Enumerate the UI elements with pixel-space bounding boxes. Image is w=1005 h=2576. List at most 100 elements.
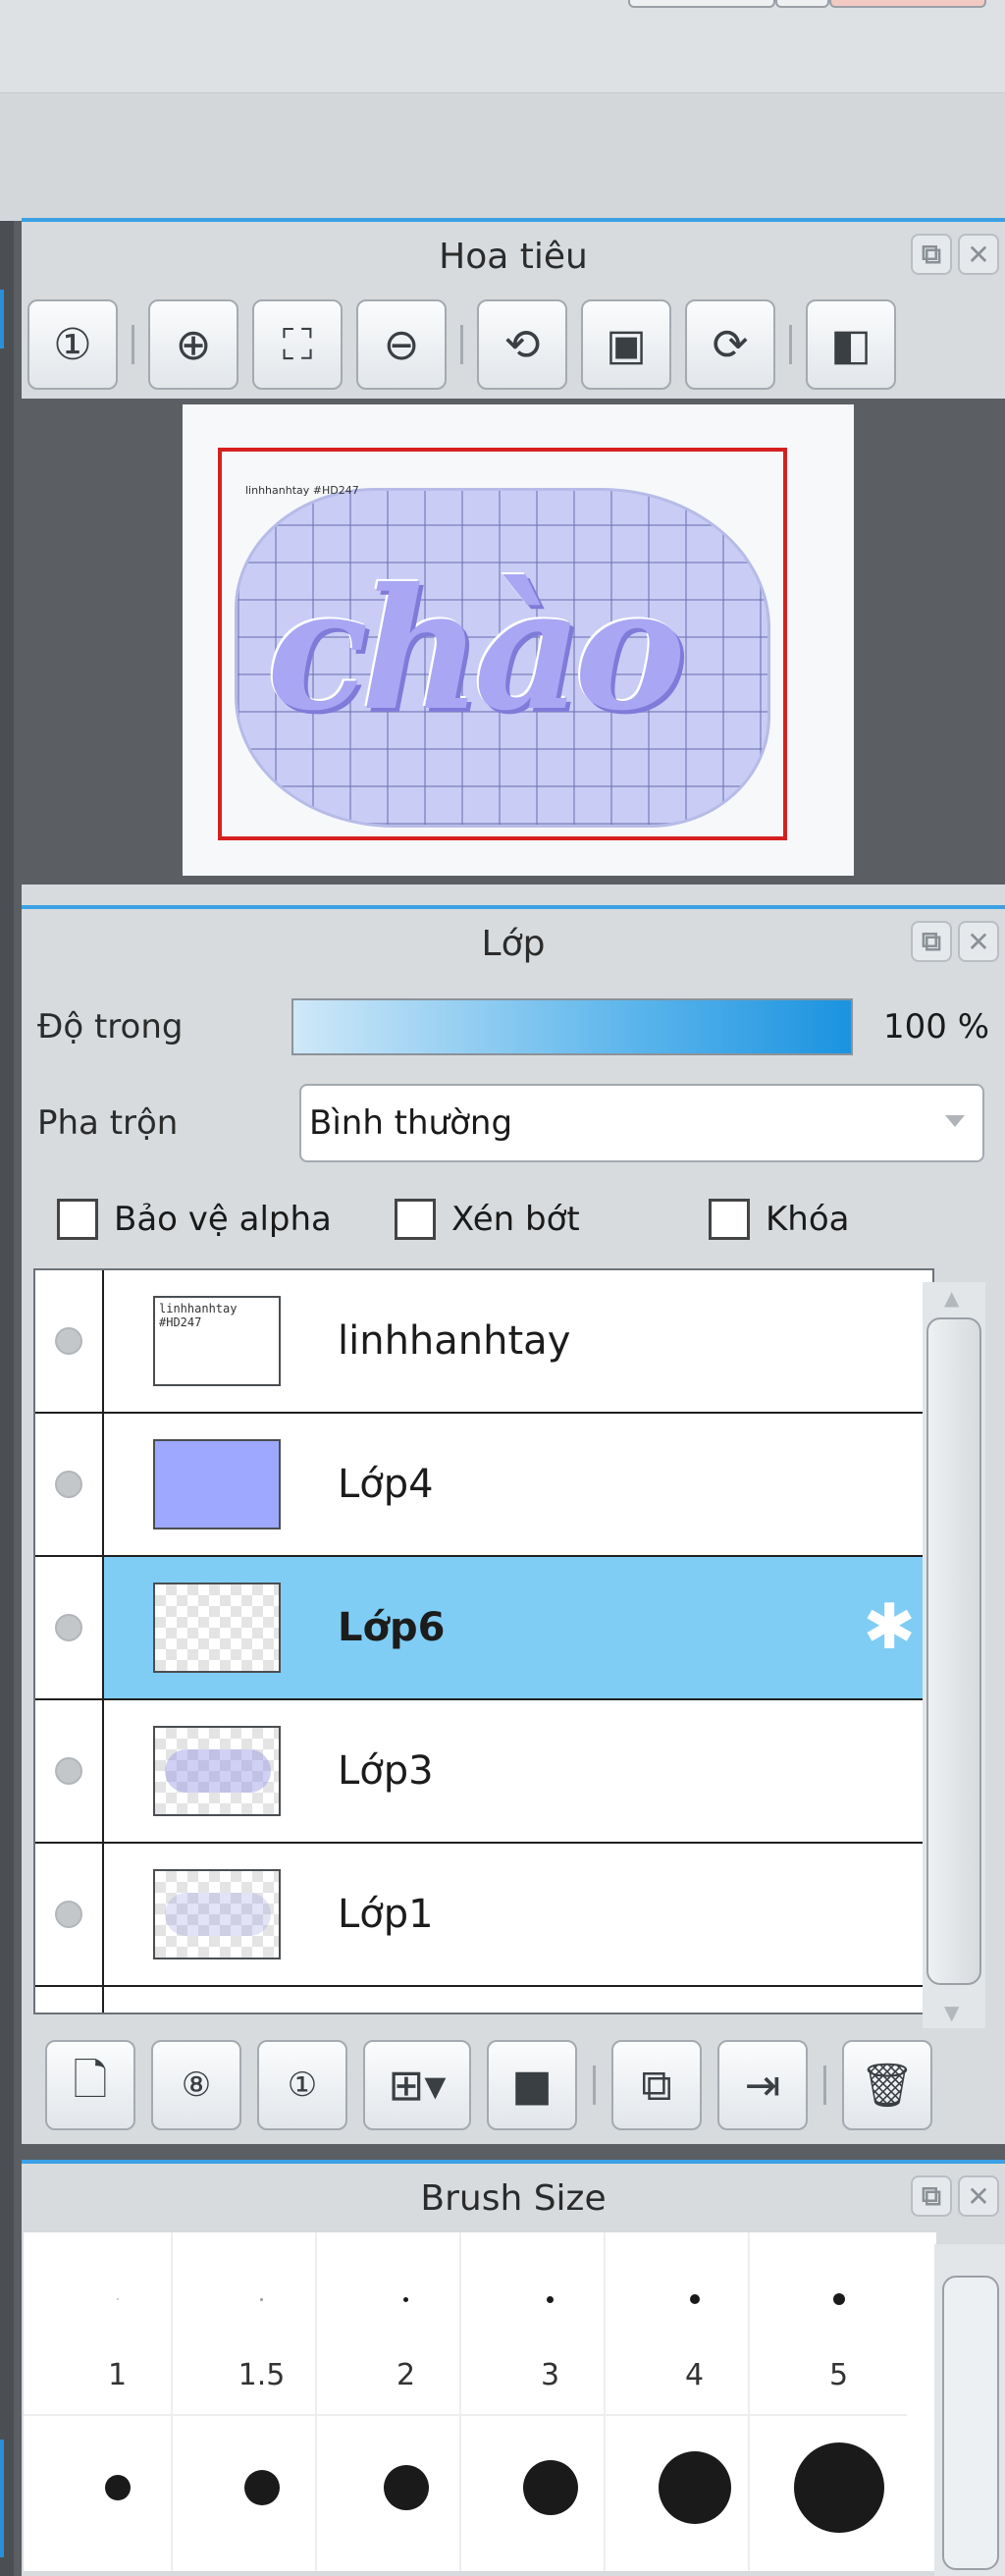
scrollbar-thumb[interactable] [942, 2276, 999, 2570]
layer-row[interactable]: Lớp4 [35, 1414, 932, 1557]
visibility-dot-icon[interactable] [55, 1327, 82, 1355]
brush-size-cell[interactable]: 1 [45, 2240, 189, 2405]
blend-row: Pha trộn Bình thường [22, 1076, 1005, 1170]
brush-size-cell[interactable]: 4 [622, 2240, 767, 2405]
brush-size-label: 1.5 [238, 2358, 286, 2392]
merge-down-icon[interactable]: ⇥ [717, 2040, 808, 2130]
brush-dot-icon [403, 2296, 408, 2302]
folder-icon[interactable]: ■ [487, 2040, 577, 2130]
blend-mode-select[interactable]: Bình thường [299, 1084, 984, 1162]
flip-horizontal-icon[interactable]: ◧ [806, 299, 896, 390]
visibility-toggle[interactable] [35, 1270, 104, 1412]
layer-list-scrollbar[interactable]: ▲ ▼ [923, 1282, 985, 2028]
visibility-toggle[interactable] [35, 1414, 104, 1555]
popout-icon[interactable]: ⧉ [911, 921, 952, 962]
brush-size-cell[interactable]: 1.5 [189, 2240, 334, 2405]
canvas-thumbnail: linhhanhtay #HD247 chào [183, 404, 854, 876]
scroll-down-icon[interactable]: ▼ [944, 2001, 959, 2024]
dock-accent [0, 2440, 4, 2557]
zoom-in-icon[interactable]: ⊕ [148, 299, 238, 390]
fit-screen-icon[interactable]: ⛶ [252, 299, 343, 390]
brush-size-scrollbar[interactable] [934, 2244, 1005, 2576]
opacity-row: Độ trong 100 % [22, 978, 1005, 1076]
close-icon[interactable]: ✕ [958, 2175, 999, 2217]
protect-alpha-label: Bảo vệ alpha [114, 1200, 332, 1239]
window-tab-button[interactable] [775, 0, 829, 8]
layer-list[interactable]: linhhanhtay #HD247 linhhanhtay Lớp4 Lớp6… [33, 1268, 934, 2014]
checkbox-box[interactable] [709, 1199, 750, 1240]
layer-row[interactable]: linhhanhtay #HD247 linhhanhtay [35, 1270, 932, 1414]
brush-size-cell[interactable]: 3 [478, 2240, 622, 2405]
checkbox-box[interactable] [57, 1199, 98, 1240]
layer-name: Lớp4 [338, 1462, 434, 1507]
layer-row[interactable]: Lớp3 [35, 1700, 932, 1844]
clipping-checkbox[interactable]: Xén bớt [395, 1199, 580, 1240]
brush-size-cell[interactable]: 2 [334, 2240, 478, 2405]
layer-row[interactable] [35, 1987, 932, 2012]
new-8bit-layer-icon[interactable]: ⑧ [151, 2040, 241, 2130]
close-icon[interactable]: ✕ [958, 234, 999, 275]
viewport-frame[interactable] [218, 448, 787, 840]
checkbox-box[interactable] [395, 1199, 436, 1240]
brush-dot-icon [383, 2465, 429, 2510]
zoom-actual-icon[interactable]: ① [27, 299, 118, 390]
scrollbar-thumb[interactable] [926, 1317, 981, 1985]
panel-header: Brush Size ⧉ ✕ [22, 2164, 1005, 2232]
brush-size-label: 2 [396, 2358, 416, 2392]
visibility-dot-icon[interactable] [55, 1901, 82, 1928]
visibility-toggle[interactable] [35, 1557, 104, 1698]
visibility-dot-icon[interactable] [55, 1614, 82, 1641]
zoom-out-icon[interactable]: ⊖ [356, 299, 447, 390]
brush-size-cell[interactable] [45, 2429, 189, 2547]
scroll-up-icon[interactable]: ▲ [944, 1286, 959, 1310]
close-icon[interactable]: ✕ [958, 921, 999, 962]
brush-size-cell[interactable] [622, 2429, 767, 2547]
layer-row-selected[interactable]: Lớp6 ✱ [35, 1557, 932, 1700]
layer-name: Lớp1 [338, 1892, 434, 1937]
window-tab-button[interactable] [628, 0, 775, 8]
top-toolbar-area [0, 0, 1005, 93]
brush-size-cell[interactable]: 5 [767, 2240, 911, 2405]
opacity-slider[interactable] [291, 998, 853, 1055]
rotate-left-icon[interactable]: ⟲ [477, 299, 567, 390]
visibility-dot-icon[interactable] [55, 1471, 82, 1498]
visibility-toggle[interactable] [35, 1987, 104, 2012]
brush-size-cell[interactable] [334, 2429, 478, 2547]
opacity-label: Độ trong [37, 1007, 184, 1046]
blend-label: Pha trộn [37, 1103, 179, 1143]
visibility-toggle[interactable] [35, 1700, 104, 1842]
protect-alpha-checkbox[interactable]: Bảo vệ alpha [57, 1199, 332, 1240]
brush-size-label: 4 [684, 2358, 705, 2392]
brush-size-cell[interactable] [189, 2429, 334, 2547]
toolbar-strip [0, 93, 1005, 221]
navigator-preview[interactable]: linhhanhtay #HD247 chào [22, 399, 1005, 885]
popout-icon[interactable]: ⧉ [911, 234, 952, 275]
popout-icon[interactable]: ⧉ [911, 2175, 952, 2217]
gear-icon[interactable]: ✱ [858, 1596, 921, 1659]
brush-dot-icon [547, 2295, 554, 2303]
toolbar-separator [132, 325, 134, 364]
lock-checkbox[interactable]: Khóa [709, 1199, 849, 1240]
duplicate-layer-icon[interactable]: ⧉ [611, 2040, 702, 2130]
opacity-value: 100 % [882, 1007, 989, 1046]
add-layer-dropdown-icon[interactable]: ⊞▾ [363, 2040, 471, 2130]
brush-size-cell[interactable] [478, 2429, 622, 2547]
layer-toolbar: 🗋 ⑧ ① ⊞▾ ■ ⧉ ⇥ 🗑 [22, 2030, 1005, 2140]
fit-canvas-icon[interactable]: ▣ [581, 299, 671, 390]
window-close-tab[interactable] [829, 0, 986, 8]
layer-thumbnail [153, 1583, 281, 1673]
layer-name: Lớp3 [338, 1748, 434, 1794]
panel-title: Hoa tiêu [439, 236, 588, 277]
brush-size-cell[interactable] [767, 2429, 911, 2547]
toolbar-separator [789, 325, 792, 364]
layer-row[interactable]: Lớp1 [35, 1844, 932, 1987]
new-layer-icon[interactable]: 🗋 [45, 2040, 135, 2130]
panel-header: Lớp ⧉ ✕ [22, 909, 1005, 978]
trash-icon[interactable]: 🗑 [842, 2040, 932, 2130]
visibility-dot-icon[interactable] [55, 1757, 82, 1785]
rotate-right-icon[interactable]: ⟳ [685, 299, 775, 390]
layer-options-row: Bảo vệ alpha Xén bớt Khóa [22, 1170, 1005, 1268]
layer-thumbnail: linhhanhtay #HD247 [153, 1296, 281, 1386]
visibility-toggle[interactable] [35, 1844, 104, 1985]
new-1bit-layer-icon[interactable]: ① [257, 2040, 347, 2130]
